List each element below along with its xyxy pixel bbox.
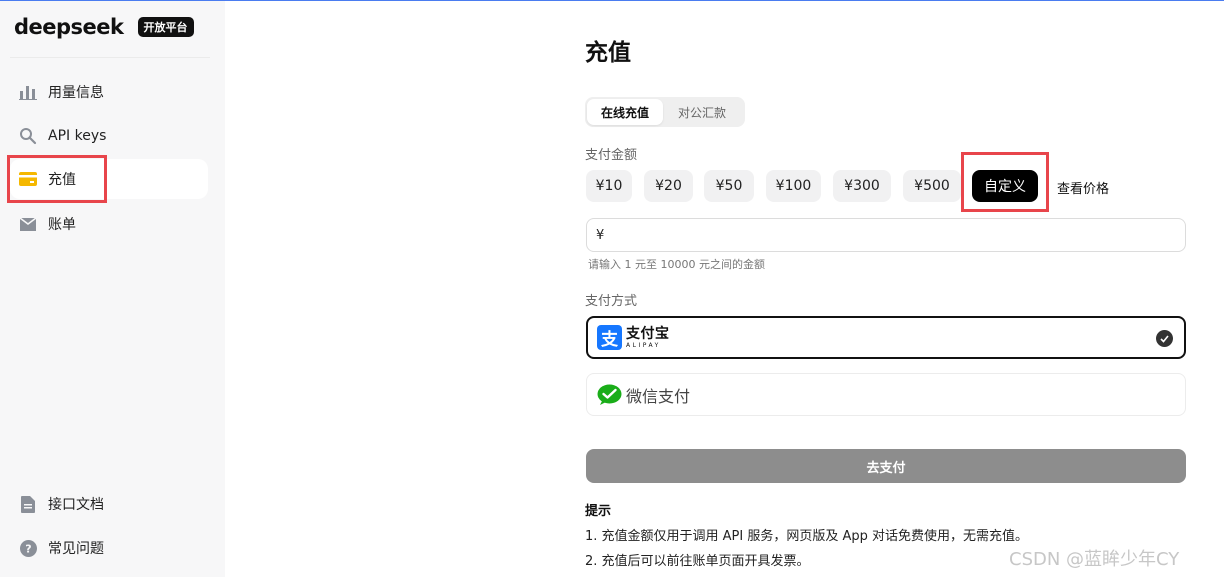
brand-name: deepseek xyxy=(14,15,124,39)
amount-option-500[interactable]: ¥500 xyxy=(903,170,961,202)
svg-text:?: ? xyxy=(25,542,31,555)
sidebar-item-label: API keys xyxy=(48,128,107,144)
tab-corporate-transfer[interactable]: 对公汇款 xyxy=(663,99,741,125)
view-price-link[interactable]: 查看价格 xyxy=(1057,178,1109,197)
sidebar-divider xyxy=(10,57,210,58)
highlight-box-custom xyxy=(961,152,1049,212)
sidebar-item-label: 常见问题 xyxy=(48,541,104,557)
payment-method-label: 支付方式 xyxy=(585,294,638,309)
sidebar-item-label: 账单 xyxy=(48,217,76,233)
amount-input-box[interactable]: ¥ xyxy=(586,218,1186,252)
bill-icon xyxy=(18,214,38,234)
alipay-logo-text: 支付宝 ALIPAY xyxy=(626,327,670,349)
help-icon: ? xyxy=(18,538,38,558)
sidebar-item-faq[interactable]: ? 常见问题 xyxy=(10,528,208,568)
tab-group: 在线充值 对公汇款 xyxy=(585,97,745,127)
amount-option-50[interactable]: ¥50 xyxy=(704,170,754,202)
tip-item: 2. 充值后可以前往账单页面开具发票。 xyxy=(585,554,810,569)
sidebar-item-bill[interactable]: 账单 xyxy=(10,204,208,244)
brand-logo[interactable]: deepseek 开放平台 xyxy=(14,15,194,39)
page-title: 充值 xyxy=(585,40,631,66)
amount-option-20[interactable]: ¥20 xyxy=(644,170,693,202)
amount-input[interactable] xyxy=(608,227,1185,243)
amount-label: 支付金额 xyxy=(585,148,638,163)
watermark: CSDN @蓝眸少年CY xyxy=(1009,549,1180,570)
pay-button[interactable]: 去支付 xyxy=(586,449,1186,483)
currency-symbol: ¥ xyxy=(596,227,605,243)
sidebar-item-label: 接口文档 xyxy=(48,497,104,513)
tab-online-topup[interactable]: 在线充值 xyxy=(587,99,663,125)
search-key-icon xyxy=(18,126,38,146)
amount-option-10[interactable]: ¥10 xyxy=(586,170,632,202)
alipay-cn-label: 支付宝 xyxy=(626,325,670,342)
highlight-box-sidebar xyxy=(7,155,107,203)
payment-option-alipay[interactable]: 支 支付宝 ALIPAY xyxy=(586,316,1186,359)
sidebar: deepseek 开放平台 用量信息 API keys 充值 账单 接口文档 ?… xyxy=(0,1,225,577)
wechat-pay-icon xyxy=(596,382,622,408)
sidebar-item-api-keys[interactable]: API keys xyxy=(10,116,208,156)
amount-option-100[interactable]: ¥100 xyxy=(766,170,821,202)
tips-title: 提示 xyxy=(585,504,612,519)
sidebar-item-usage[interactable]: 用量信息 xyxy=(10,72,208,112)
payment-option-wechat[interactable]: 微信支付 xyxy=(586,373,1186,416)
check-icon xyxy=(1156,330,1173,347)
bar-chart-icon xyxy=(18,82,38,102)
alipay-en-label: ALIPAY xyxy=(626,341,661,349)
wechat-pay-label: 微信支付 xyxy=(626,386,691,406)
amount-hint: 请输入 1 元至 10000 元之间的金额 xyxy=(588,258,765,271)
document-icon xyxy=(18,494,38,514)
tip-item: 1. 充值金额仅用于调用 API 服务，网页版及 App 对话免费使用，无需充值… xyxy=(585,529,1029,544)
amount-option-300[interactable]: ¥300 xyxy=(833,170,891,202)
alipay-icon: 支 xyxy=(597,325,622,350)
sidebar-item-label: 用量信息 xyxy=(48,85,104,101)
brand-badge: 开放平台 xyxy=(137,17,194,37)
sidebar-item-docs[interactable]: 接口文档 xyxy=(10,484,208,524)
